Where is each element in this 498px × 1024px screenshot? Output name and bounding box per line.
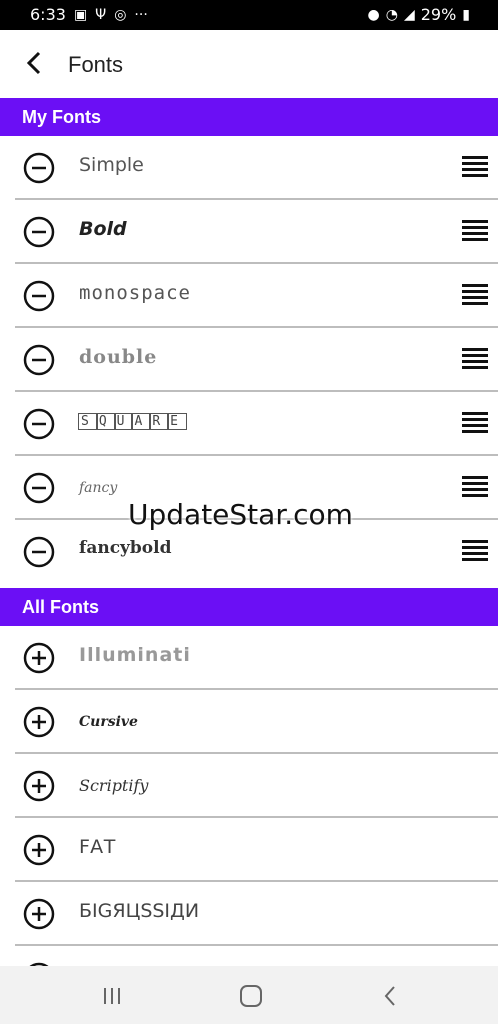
watermark: UpdateStar.com	[128, 498, 353, 531]
plus-circle-icon	[23, 706, 55, 738]
drag-handle-icon[interactable]	[462, 412, 488, 434]
drag-handle-icon[interactable]	[462, 220, 488, 242]
minus-circle-icon	[23, 152, 55, 184]
minus-circle-icon	[23, 344, 55, 376]
plus-circle-icon	[23, 770, 55, 802]
list-item[interactable]: Simple	[0, 136, 498, 200]
square-letter: R	[149, 413, 170, 430]
section-header-all-fonts: All Fonts	[0, 588, 498, 626]
status-bar: 6:33 ▣ Ψ ◎ ··· ● ◔ ◢ 29% ▮	[0, 0, 498, 30]
back-chevron-icon	[384, 986, 395, 1006]
signal-icon: ◢	[403, 6, 415, 23]
drag-handle-icon[interactable]	[462, 348, 488, 370]
list-item[interactable]: Scriptify	[0, 754, 498, 818]
add-font-button[interactable]	[23, 898, 55, 930]
plus-circle-icon	[23, 834, 55, 866]
remove-font-button[interactable]	[23, 152, 55, 184]
list-item[interactable]: SQUARE	[0, 392, 498, 456]
drag-handle-icon[interactable]	[462, 540, 488, 562]
font-name: Bold	[79, 218, 127, 240]
list-item[interactable]: БIGЯЦSSIДИ	[0, 882, 498, 946]
usb-icon: Ψ	[95, 6, 107, 23]
wifi-icon: ◔	[385, 6, 398, 23]
minus-circle-icon	[23, 216, 55, 248]
minus-circle-icon	[23, 408, 55, 440]
section-title: All Fonts	[22, 597, 99, 617]
home-icon	[240, 985, 262, 1007]
section-header-my-fonts: My Fonts	[0, 98, 498, 136]
font-name: SQUARE	[78, 413, 187, 430]
drag-handle-icon[interactable]	[462, 284, 488, 306]
status-time: 6:33	[30, 5, 66, 24]
font-name: Simple	[79, 154, 144, 176]
square-letter: Q	[95, 413, 116, 430]
font-name: monospace	[79, 282, 191, 304]
square-letter: E	[167, 413, 187, 430]
add-font-button[interactable]	[23, 834, 55, 866]
font-name: fancybold	[79, 538, 172, 558]
instagram-icon: ◎	[114, 6, 127, 23]
more-dots-icon: ···	[134, 6, 148, 23]
remove-font-button[interactable]	[23, 536, 55, 568]
font-name: Illuminati	[79, 644, 191, 666]
font-name: БIGЯЦSSIДИ	[79, 900, 200, 922]
battery-icon: ▮	[462, 6, 470, 23]
remove-font-button[interactable]	[23, 408, 55, 440]
drag-handle-icon[interactable]	[462, 156, 488, 178]
add-font-button[interactable]	[23, 642, 55, 674]
minus-circle-icon	[23, 536, 55, 568]
recent-apps-icon	[104, 988, 120, 1004]
remove-font-button[interactable]	[23, 344, 55, 376]
square-letter: S	[78, 413, 98, 430]
list-item[interactable]: double	[0, 328, 498, 392]
remove-font-button[interactable]	[23, 472, 55, 504]
font-name: FAT	[79, 836, 118, 858]
minus-circle-icon	[23, 280, 55, 312]
plus-circle-icon	[23, 642, 55, 674]
image-icon: ▣	[73, 6, 88, 23]
remove-font-button[interactable]	[23, 280, 55, 312]
list-item[interactable]: Illuminati	[0, 626, 498, 690]
add-font-button[interactable]	[23, 770, 55, 802]
home-button[interactable]	[235, 982, 265, 1010]
font-name: double	[79, 346, 158, 368]
square-letter: A	[131, 413, 152, 430]
back-nav-button[interactable]	[376, 982, 406, 1010]
plus-circle-icon	[23, 898, 55, 930]
section-title: My Fonts	[22, 107, 101, 127]
list-item[interactable]: FAT	[0, 818, 498, 882]
add-font-button[interactable]	[23, 706, 55, 738]
back-arrow-icon	[26, 51, 41, 75]
list-item[interactable]: monospace	[0, 264, 498, 328]
recent-apps-button[interactable]	[98, 982, 128, 1010]
divider	[15, 944, 498, 946]
font-name: Scriptify	[79, 776, 149, 795]
remove-font-button[interactable]	[23, 216, 55, 248]
system-nav-bar	[0, 966, 498, 1024]
location-icon: ●	[367, 6, 380, 23]
list-item[interactable]: Bold	[0, 200, 498, 264]
battery-percent: 29%	[420, 5, 457, 24]
back-button[interactable]	[20, 48, 50, 78]
drag-handle-icon[interactable]	[462, 476, 488, 498]
app-bar: Fonts	[0, 30, 498, 98]
list-item[interactable]: Cursive	[0, 690, 498, 754]
page-title: Fonts	[68, 52, 124, 77]
font-name: Cursive	[79, 714, 138, 730]
font-name: fancy	[79, 480, 118, 496]
minus-circle-icon	[23, 472, 55, 504]
square-letter: U	[113, 413, 134, 430]
